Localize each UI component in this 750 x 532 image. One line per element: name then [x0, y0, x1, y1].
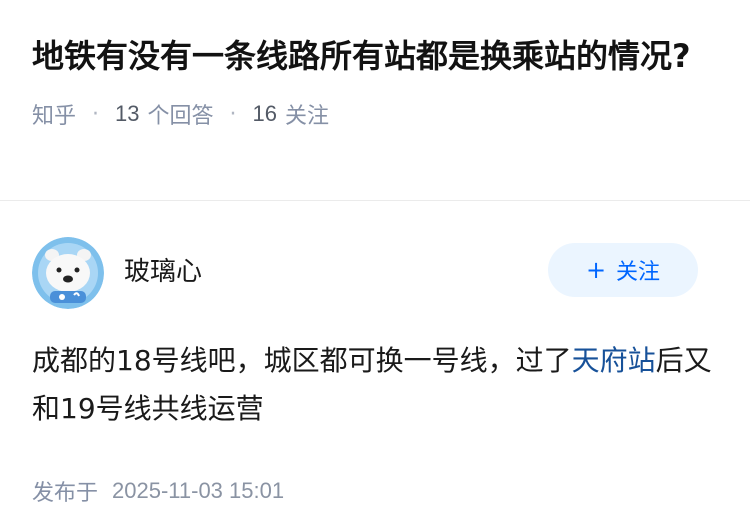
plus-icon: +	[585, 256, 607, 284]
answer-text-before-link: 成都的18号线吧，城区都可换一号线，过了	[32, 344, 572, 377]
published-date: 2025-11-03 15:01	[112, 478, 285, 503]
cartoon-bear-avatar-icon	[32, 237, 104, 309]
author-row: 玻璃心 + 关注	[32, 233, 718, 313]
follow-button[interactable]: + 关注	[548, 243, 698, 297]
meta-separator: ·	[229, 101, 237, 127]
question-header: 地铁有没有一条线路所有站都是换乘站的情况? 知乎 · 13 个回答 · 16 关…	[0, 0, 750, 170]
avatar[interactable]	[32, 237, 104, 309]
answer-card: 玻璃心 + 关注 成都的18号线吧，城区都可换一号线，过了天府站后又和19号线共…	[0, 233, 750, 507]
station-link[interactable]: 天府站	[572, 344, 656, 377]
meta-separator: ·	[92, 101, 100, 127]
publish-info: 发布于 2025-11-03 15:01	[32, 475, 718, 507]
follow-button-label: 关注	[616, 260, 661, 285]
author-name[interactable]: 玻璃心	[124, 251, 202, 288]
answer-content: 成都的18号线吧，城区都可换一号线，过了天府站后又和19号线共线运营	[32, 337, 718, 433]
source-label: 知乎	[32, 104, 77, 129]
follower-count-label: 关注	[285, 104, 330, 129]
answer-count: 13	[115, 101, 140, 126]
answer-count-label: 个回答	[147, 104, 214, 129]
follower-count: 16	[252, 101, 277, 126]
question-title[interactable]: 地铁有没有一条线路所有站都是换乘站的情况?	[32, 30, 718, 82]
question-meta: 知乎 · 13 个回答 · 16 关注	[32, 98, 718, 130]
section-divider	[0, 200, 750, 201]
published-label: 发布于	[32, 481, 99, 506]
